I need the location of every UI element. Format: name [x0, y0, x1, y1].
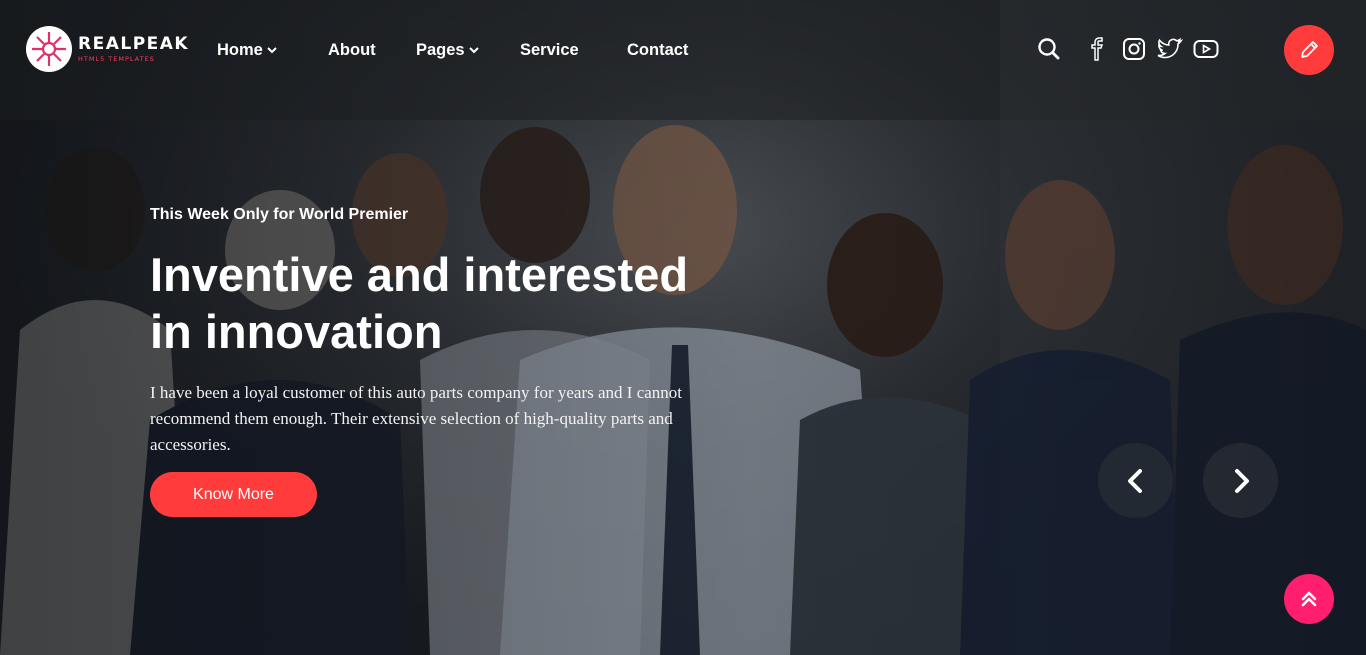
brand-tagline: HTML5 TEMPLATES — [78, 54, 155, 63]
slider-next-button[interactable] — [1203, 443, 1278, 518]
headline-line-1: Inventive and interested — [150, 248, 689, 301]
brand-logo[interactable]: REALPEAK HTML5 TEMPLATES — [26, 26, 189, 72]
nav-item-home[interactable]: Home — [217, 38, 278, 62]
nav-item-label: Service — [520, 40, 579, 59]
twitter-icon[interactable] — [1157, 36, 1183, 62]
slider-prev-button[interactable] — [1098, 443, 1173, 518]
nav-item-label: Pages — [416, 40, 465, 59]
double-chevron-up-icon — [1301, 591, 1317, 607]
chevron-down-icon — [267, 47, 277, 54]
brand-name: REALPEAK — [78, 33, 190, 54]
nav-item-label: Home — [217, 40, 263, 59]
instagram-icon[interactable] — [1121, 36, 1147, 62]
pencil-icon — [1301, 41, 1318, 58]
nav-item-service[interactable]: Service — [520, 38, 579, 62]
search-icon[interactable] — [1036, 36, 1062, 62]
youtube-icon[interactable] — [1193, 36, 1219, 62]
nav-item-label: About — [328, 40, 376, 59]
know-more-button[interactable]: Know More — [150, 472, 317, 517]
nav-item-contact[interactable]: Contact — [627, 38, 688, 62]
site-header: REALPEAK HTML5 TEMPLATES Home About Page… — [0, 0, 1366, 100]
chevron-down-icon — [468, 47, 479, 54]
chevron-right-icon — [1234, 468, 1249, 493]
nav-item-about[interactable]: About — [328, 38, 376, 62]
logo-icon — [26, 26, 72, 72]
nav-item-label: Contact — [627, 40, 689, 59]
headline-line-2: in innovation — [150, 305, 443, 358]
scroll-to-top-button[interactable] — [1284, 574, 1334, 624]
nav-item-pages[interactable]: Pages — [416, 38, 480, 62]
hero-headline: Inventive and interested in innovation — [150, 246, 850, 360]
edit-button[interactable] — [1284, 25, 1334, 75]
hero-kicker: This Week Only for World Premier — [150, 206, 409, 223]
facebook-icon[interactable] — [1084, 36, 1110, 62]
chevron-left-icon — [1127, 468, 1142, 493]
hero-description: I have been a loyal customer of this aut… — [150, 383, 683, 454]
